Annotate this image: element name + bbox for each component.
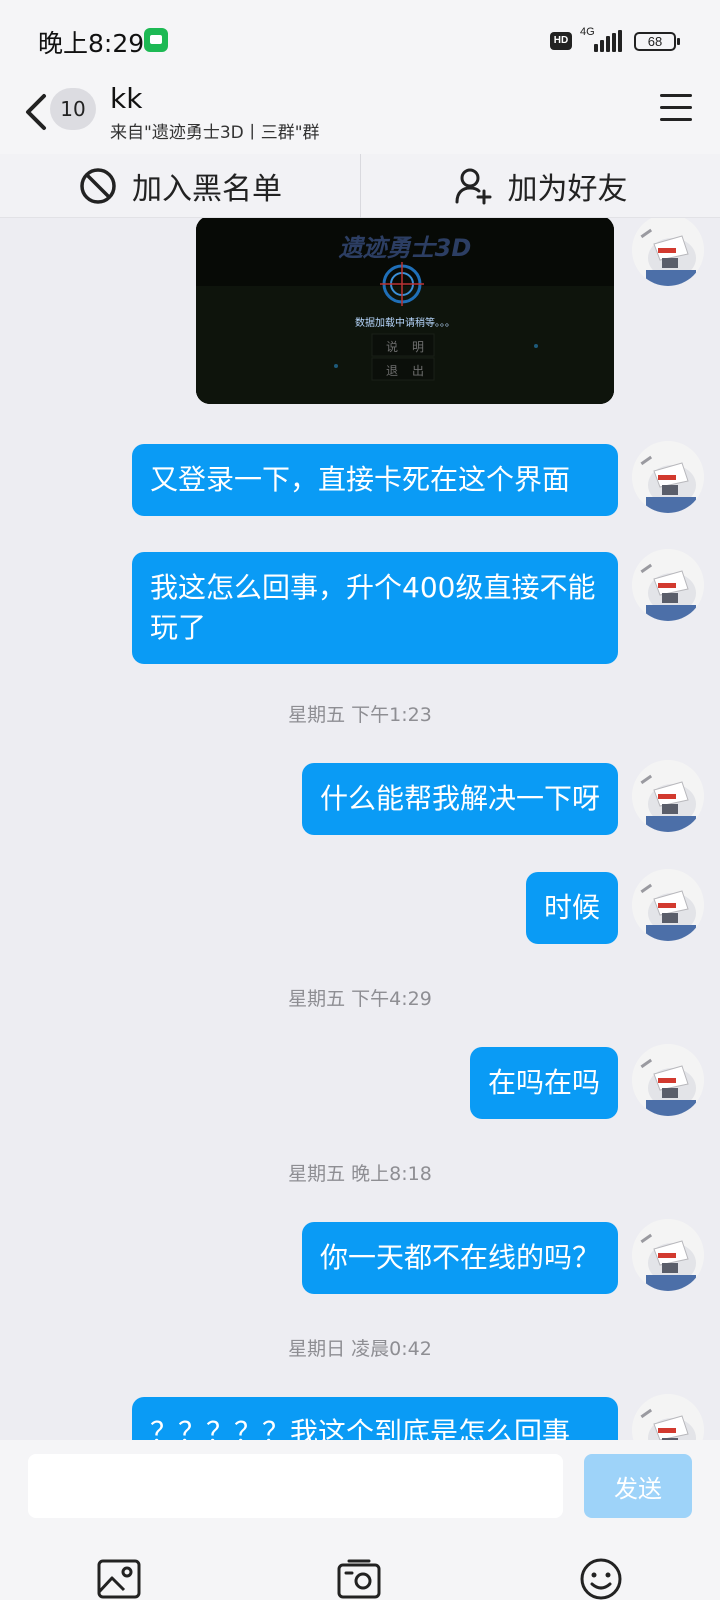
message-bubble[interactable]: ？？？？？我这个到底是怎么回事: [132, 1397, 618, 1440]
add-friend-label: 加为好友: [507, 172, 628, 207]
game-menu-item: 说明: [386, 340, 439, 354]
add-to-blacklist-button[interactable]: 加入黑名单: [0, 154, 360, 218]
message-list[interactable]: 遗迹勇士3D 数据加载中请稍等。。。 说明 退出 又登录一下，直接卡死在这个界面…: [0, 218, 720, 1440]
game-menu-item: 退出: [386, 364, 439, 378]
emoji-icon[interactable]: [578, 1556, 624, 1600]
message-bubble[interactable]: 什么能帮我解决一下呀: [301, 763, 618, 835]
hd-icon: HD: [550, 32, 572, 50]
timestamp: 星期五 下午1:23: [288, 704, 432, 726]
network-type-label: 4G: [580, 26, 595, 38]
message-bubble[interactable]: 你一天都不在线的吗？: [301, 1222, 618, 1294]
message-bubble[interactable]: 我这怎么回事，升个400级直接不能玩了: [132, 552, 618, 664]
avatar-image: [632, 441, 704, 513]
image-icon[interactable]: [96, 1556, 142, 1600]
action-bar: 加入黑名单 加为好友: [0, 154, 720, 218]
avatar-image: [632, 218, 704, 286]
avatar-image: [632, 1219, 704, 1291]
status-time: 晚上8:29: [38, 29, 145, 58]
image-message[interactable]: 遗迹勇士3D 数据加载中请稍等。。。 说明 退出: [196, 218, 614, 404]
send-button[interactable]: 发送: [584, 1454, 692, 1518]
camera-icon[interactable]: [336, 1556, 382, 1600]
message-bubble[interactable]: 又登录一下，直接卡死在这个界面: [132, 444, 618, 516]
avatar[interactable]: [632, 1219, 704, 1291]
chat-subtitle: 来自"遗迹勇士3D丨三群"群: [110, 123, 320, 143]
input-bar: 发送: [0, 1440, 720, 1600]
avatar[interactable]: [632, 1044, 704, 1116]
timestamp: 星期五 晚上8:18: [288, 1163, 432, 1185]
unread-count-badge[interactable]: 10: [50, 88, 96, 130]
add-friend-button[interactable]: 加为好友: [361, 154, 720, 218]
timestamp: 星期五 下午4:29: [288, 988, 432, 1010]
chat-header: 10 kk 来自"遗迹勇士3D丨三群"群: [0, 80, 720, 154]
timestamp: 星期日 凌晨0:42: [288, 1338, 432, 1360]
chevron-left-icon[interactable]: [20, 90, 54, 134]
avatar[interactable]: [632, 441, 704, 513]
avatar[interactable]: [632, 1394, 704, 1440]
avatar-image: [632, 1044, 704, 1116]
avatar-image: [632, 549, 704, 621]
message-bubble[interactable]: 在吗在吗: [469, 1047, 618, 1119]
avatar-image: [632, 869, 704, 941]
add-user-icon: [455, 168, 491, 205]
message-bubble[interactable]: 时候: [525, 872, 618, 944]
message-input[interactable]: [28, 1454, 563, 1518]
loading-text: 数据加载中请稍等。。。: [355, 318, 455, 329]
avatar[interactable]: [632, 760, 704, 832]
avatar-image: [632, 1394, 704, 1440]
hamburger-icon[interactable]: [660, 94, 692, 122]
avatar[interactable]: [632, 869, 704, 941]
avatar-image: [632, 760, 704, 832]
status-bar: 晚上8:29 HD 4G 68: [0, 0, 720, 80]
blacklist-label: 加入黑名单: [132, 172, 282, 207]
game-title: 遗迹勇士3D: [338, 234, 472, 262]
battery-level: 68: [647, 34, 663, 49]
chat-title: kk: [110, 82, 143, 115]
app-notification-icon: [144, 28, 168, 52]
avatar[interactable]: [632, 218, 704, 286]
avatar[interactable]: [632, 549, 704, 621]
signal-icon: [594, 30, 622, 52]
battery-icon: 68: [634, 32, 680, 51]
block-icon: [80, 168, 116, 204]
